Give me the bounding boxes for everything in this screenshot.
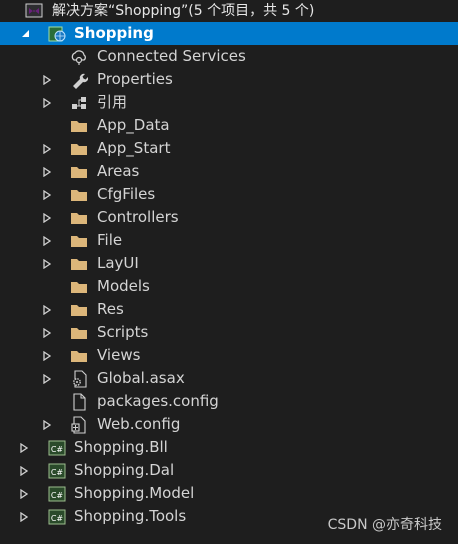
svg-text:C#: C# — [51, 491, 64, 500]
tree-item-label: CfgFiles — [97, 185, 156, 203]
tree-item-label: Scripts — [97, 323, 149, 341]
svg-text:C#: C# — [51, 445, 64, 454]
tree-item-app-data[interactable]: App_Data — [0, 114, 458, 137]
watermark: CSDN @亦奇科技 — [327, 517, 442, 533]
svg-text:C#: C# — [51, 514, 64, 523]
collapsed-chevron-icon[interactable] — [18, 482, 30, 505]
tree-item-label: App_Data — [97, 116, 170, 134]
collapsed-chevron-icon[interactable] — [41, 344, 53, 367]
solution-icon — [25, 2, 43, 20]
tree-item-references[interactable]: 引用 — [0, 91, 458, 114]
references-icon — [70, 94, 88, 112]
tree-item-label: Models — [97, 277, 150, 295]
config-file-icon — [70, 393, 88, 411]
tree-item-app-start[interactable]: App_Start — [0, 137, 458, 160]
tree-item-label: App_Start — [97, 139, 171, 157]
tree-item-layui[interactable]: LayUI — [0, 252, 458, 275]
solution-explorer-tree: 解决方案“Shopping”(5 个项目，共 5 个) Shopping Con… — [0, 0, 458, 528]
folder-icon — [70, 347, 88, 365]
collapsed-chevron-icon[interactable] — [41, 413, 53, 436]
tree-item-label: Views — [97, 346, 141, 364]
tree-item-label: File — [97, 231, 123, 249]
collapsed-chevron-icon[interactable] — [41, 160, 53, 183]
collapsed-chevron-icon[interactable] — [41, 68, 53, 91]
folder-icon — [70, 278, 88, 296]
folder-icon — [70, 209, 88, 227]
tree-item-label: LayUI — [97, 254, 139, 272]
tree-item-label: Connected Services — [97, 47, 246, 65]
folder-icon — [70, 117, 88, 135]
tree-item-global-asax[interactable]: Global.asax — [0, 367, 458, 390]
project-row-shopping-bll[interactable]: C# Shopping.Bll — [0, 436, 458, 459]
collapsed-chevron-icon[interactable] — [41, 229, 53, 252]
tree-item-label: packages.config — [97, 392, 219, 410]
folder-icon — [70, 140, 88, 158]
tree-item-models[interactable]: Models — [0, 275, 458, 298]
tree-item-label: Global.asax — [97, 369, 185, 387]
collapsed-chevron-icon[interactable] — [18, 459, 30, 482]
folder-icon — [70, 301, 88, 319]
project-label: Shopping.Model — [74, 484, 195, 502]
web-config-icon — [70, 416, 88, 434]
folder-icon — [70, 255, 88, 273]
csharp-project-icon: C# — [48, 508, 66, 526]
tree-item-label: Areas — [97, 162, 140, 180]
solution-row[interactable]: 解决方案“Shopping”(5 个项目，共 5 个) — [0, 0, 458, 22]
tree-item-connected-services[interactable]: Connected Services — [0, 45, 458, 68]
tree-item-label: 引用 — [97, 93, 128, 111]
project-label: Shopping.Dal — [74, 461, 175, 479]
collapsed-chevron-icon[interactable] — [41, 298, 53, 321]
tree-item-controllers[interactable]: Controllers — [0, 206, 458, 229]
tree-item-views[interactable]: Views — [0, 344, 458, 367]
tree-item-packages-config[interactable]: packages.config — [0, 390, 458, 413]
project-row-shopping-model[interactable]: C# Shopping.Model — [0, 482, 458, 505]
csharp-project-icon: C# — [48, 439, 66, 457]
folder-icon — [70, 324, 88, 342]
tree-item-cfgfiles[interactable]: CfgFiles — [0, 183, 458, 206]
tree-item-label: Controllers — [97, 208, 179, 226]
csharp-project-icon: C# — [48, 485, 66, 503]
folder-icon — [70, 186, 88, 204]
wrench-icon — [70, 71, 88, 89]
connected-services-icon — [70, 48, 88, 66]
collapsed-chevron-icon[interactable] — [41, 321, 53, 344]
tree-item-res[interactable]: Res — [0, 298, 458, 321]
gear-file-icon — [70, 370, 88, 388]
tree-item-label: Res — [97, 300, 124, 318]
collapsed-chevron-icon[interactable] — [18, 505, 30, 528]
solution-label: 解决方案“Shopping”(5 个项目，共 5 个) — [52, 3, 315, 19]
collapsed-chevron-icon[interactable] — [18, 436, 30, 459]
project-row-shopping[interactable]: Shopping — [0, 22, 458, 45]
collapsed-chevron-icon[interactable] — [41, 252, 53, 275]
tree-item-properties[interactable]: Properties — [0, 68, 458, 91]
project-row-shopping-dal[interactable]: C# Shopping.Dal — [0, 459, 458, 482]
collapsed-chevron-icon[interactable] — [41, 206, 53, 229]
web-project-icon — [48, 25, 66, 43]
tree-item-label: Properties — [97, 70, 173, 88]
csharp-project-icon: C# — [48, 462, 66, 480]
tree-item-scripts[interactable]: Scripts — [0, 321, 458, 344]
expanded-chevron-icon[interactable] — [19, 22, 31, 45]
project-label: Shopping.Bll — [74, 438, 168, 456]
collapsed-chevron-icon[interactable] — [41, 91, 53, 114]
folder-icon — [70, 163, 88, 181]
tree-item-web-config[interactable]: Web.config — [0, 413, 458, 436]
collapsed-chevron-icon[interactable] — [41, 137, 53, 160]
project-label: Shopping — [74, 24, 154, 42]
collapsed-chevron-icon[interactable] — [41, 183, 53, 206]
tree-item-areas[interactable]: Areas — [0, 160, 458, 183]
project-label: Shopping.Tools — [74, 507, 187, 525]
tree-item-file[interactable]: File — [0, 229, 458, 252]
folder-icon — [70, 232, 88, 250]
tree-item-label: Web.config — [97, 415, 181, 433]
svg-text:C#: C# — [51, 468, 64, 477]
collapsed-chevron-icon[interactable] — [41, 367, 53, 390]
